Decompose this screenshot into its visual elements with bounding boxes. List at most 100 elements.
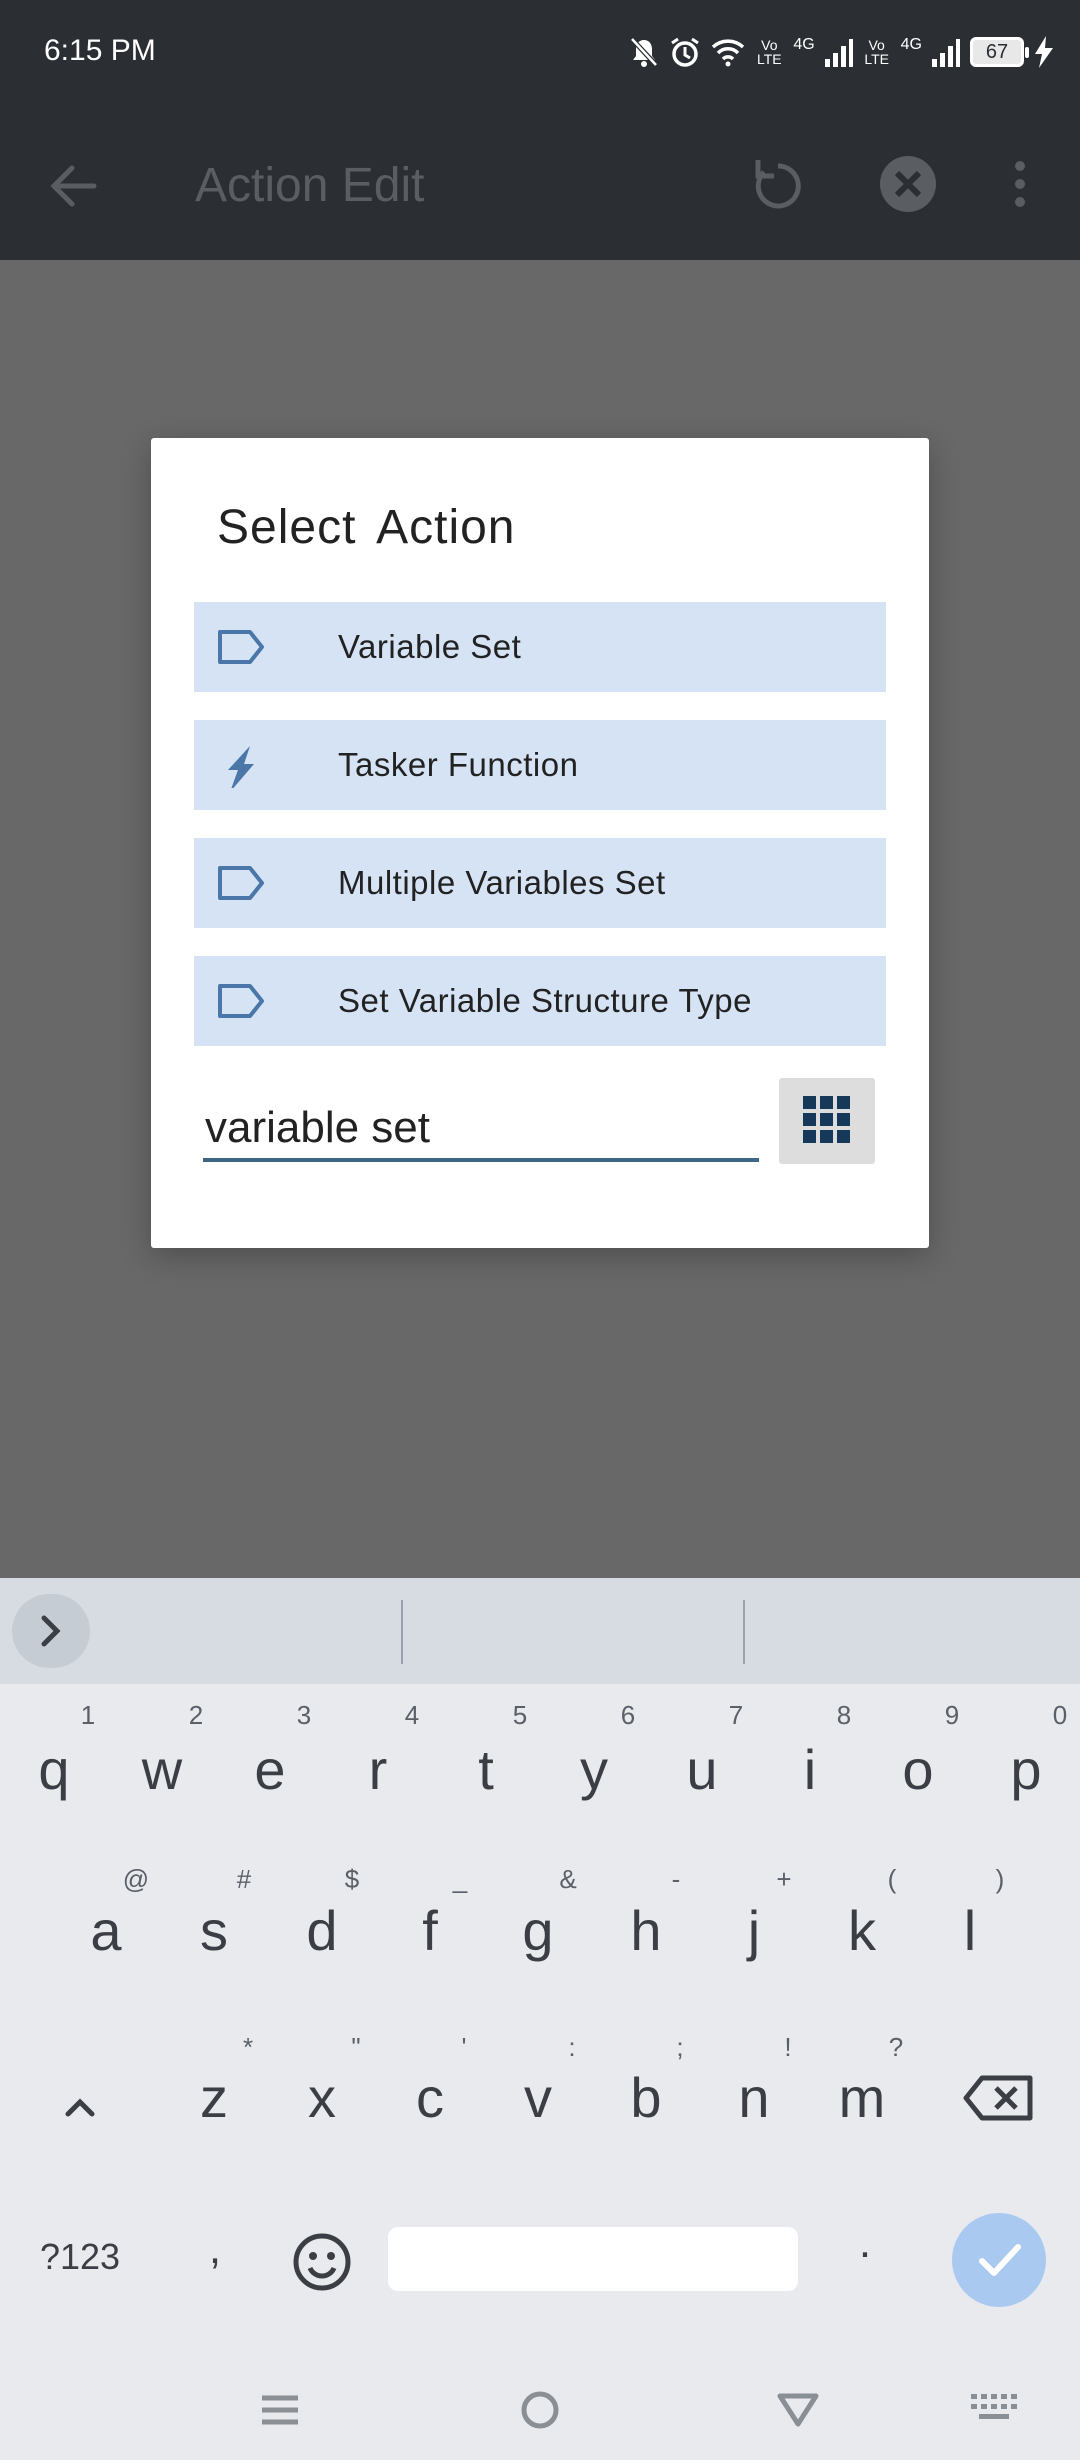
- key-l[interactable]: ) l: [930, 1864, 1010, 1984]
- grid-icon: [803, 1096, 850, 1143]
- key-label: f: [422, 1899, 438, 1962]
- toolbar-expand-button[interactable]: [12, 1594, 90, 1668]
- signal-icon-2: [932, 39, 960, 67]
- key-f[interactable]: _ f: [390, 1864, 470, 1984]
- action-item-variable-set[interactable]: Variable Set: [194, 602, 886, 692]
- done-key[interactable]: [952, 2213, 1046, 2307]
- key-hint: ?: [888, 2032, 904, 2062]
- action-item-tasker-function[interactable]: Tasker Function: [194, 720, 886, 810]
- key-a[interactable]: @ a: [66, 1864, 149, 1984]
- battery-icon: 67: [970, 37, 1029, 67]
- key-w[interactable]: 2w: [122, 1700, 203, 1820]
- key-x[interactable]: " x: [282, 2032, 362, 2152]
- key-e[interactable]: 3e: [230, 1700, 311, 1820]
- key-b[interactable]: ; b: [606, 2032, 686, 2152]
- status-time: 6:15 PM: [44, 34, 156, 67]
- key-label: z: [200, 2066, 228, 2129]
- action-item-label: Tasker Function: [338, 746, 579, 783]
- shift-key-icon[interactable]: [50, 2078, 110, 2138]
- more-options-icon[interactable]: [1000, 152, 1040, 216]
- status-bar: 6:15 PM Vo LTE 4G Vo LTE 4G 67: [0, 0, 1080, 110]
- key-label: n: [738, 2066, 770, 2129]
- back-nav-icon[interactable]: [768, 2380, 828, 2440]
- emoji-key-icon[interactable]: [290, 2230, 354, 2294]
- charging-icon: [1035, 36, 1053, 68]
- network-4g-label-1: 4G: [793, 36, 815, 53]
- key-label: x: [308, 2066, 336, 2129]
- key-o[interactable]: 9o: [878, 1700, 959, 1820]
- action-item-multiple-variables-set[interactable]: Multiple Variables Set: [194, 838, 886, 928]
- key-g[interactable]: & g: [498, 1864, 578, 1984]
- key-hint: 3: [296, 1700, 312, 1730]
- key-label: v: [524, 2066, 552, 2129]
- key-k[interactable]: (k: [822, 1864, 902, 1984]
- key-i[interactable]: 8i: [770, 1700, 851, 1820]
- key-j[interactable]: + j: [714, 1864, 794, 1984]
- key-c[interactable]: ' c: [390, 2032, 470, 2152]
- key-label: g: [522, 1899, 554, 1962]
- key-s[interactable]: # s: [174, 1864, 254, 1984]
- key-hint: ;: [676, 2032, 684, 2062]
- space-bar[interactable]: [388, 2227, 798, 2291]
- key-hint: ': [461, 2032, 467, 2062]
- key-hint: (: [887, 1864, 897, 1894]
- key-u[interactable]: 7u: [662, 1700, 743, 1820]
- key-hint: 5: [512, 1700, 528, 1730]
- network-4g-label-2: 4G: [900, 36, 922, 53]
- key-d[interactable]: $ d: [282, 1864, 362, 1984]
- cancel-icon[interactable]: [876, 152, 940, 216]
- backspace-key-icon[interactable]: [960, 2068, 1036, 2128]
- key-h[interactable]: -h: [606, 1864, 686, 1984]
- key-label: o: [902, 1738, 934, 1801]
- key-p[interactable]: 0p: [986, 1700, 1067, 1820]
- key-y[interactable]: 6y: [554, 1700, 635, 1820]
- key-hint: 6: [620, 1700, 636, 1730]
- key-hint: 4: [404, 1700, 420, 1730]
- key-hint: 2: [188, 1700, 204, 1730]
- key-label: l: [963, 1899, 977, 1962]
- key-label: e: [254, 1738, 286, 1801]
- key-label: t: [478, 1738, 494, 1801]
- key-hint: 1: [80, 1700, 96, 1730]
- key-hint: *: [242, 2032, 254, 2062]
- tag-outline-icon: [218, 866, 264, 900]
- action-item-label: Multiple Variables Set: [338, 864, 666, 901]
- key-label: b: [630, 2066, 662, 2129]
- key-hint: @: [122, 1864, 150, 1894]
- comma-key[interactable]: ,: [190, 2224, 240, 2294]
- key-n[interactable]: ! n: [714, 2032, 794, 2152]
- key-m[interactable]: ? m: [822, 2032, 904, 2152]
- checkmark-icon: [979, 2244, 1021, 2276]
- key-label: q: [38, 1738, 70, 1801]
- key-z[interactable]: * z: [174, 2032, 254, 2152]
- key-hint: 7: [728, 1700, 744, 1730]
- keyboard-hide-icon[interactable]: [965, 2380, 1025, 2440]
- key-hint: !: [784, 2032, 792, 2062]
- menu-nav-icon[interactable]: [250, 2380, 310, 2440]
- app-bar: Action Edit: [0, 110, 1080, 260]
- action-search-input[interactable]: [203, 1098, 759, 1162]
- action-item-set-variable-structure-type[interactable]: Set Variable Structure Type: [194, 956, 886, 1046]
- symbols-key-label: ?123: [39, 2236, 121, 2277]
- volte-icon-1: Vo LTE: [756, 37, 782, 67]
- category-grid-button[interactable]: [779, 1078, 875, 1164]
- reset-icon[interactable]: [746, 152, 810, 216]
- key-hint: 8: [836, 1700, 852, 1730]
- key-r[interactable]: 4r: [338, 1700, 420, 1820]
- key-label: u: [686, 1738, 718, 1801]
- key-q[interactable]: 1q: [14, 1700, 95, 1820]
- period-key[interactable]: .: [840, 2218, 890, 2288]
- key-hint: ": [351, 2032, 361, 2062]
- lightning-bolt-icon: [228, 746, 254, 788]
- symbols-key[interactable]: ?123: [20, 2236, 140, 2296]
- signal-icon-1: [824, 39, 853, 67]
- home-nav-icon[interactable]: [510, 2380, 570, 2440]
- key-label: h: [630, 1899, 662, 1962]
- key-v[interactable]: :v: [498, 2032, 578, 2152]
- action-item-label: Set Variable Structure Type: [338, 982, 752, 1019]
- key-label: i: [803, 1738, 817, 1801]
- key-t[interactable]: 5t: [446, 1700, 527, 1820]
- key-hint: &: [559, 1864, 577, 1894]
- back-arrow-icon[interactable]: [44, 156, 104, 216]
- suggestion-divider: [401, 1600, 403, 1664]
